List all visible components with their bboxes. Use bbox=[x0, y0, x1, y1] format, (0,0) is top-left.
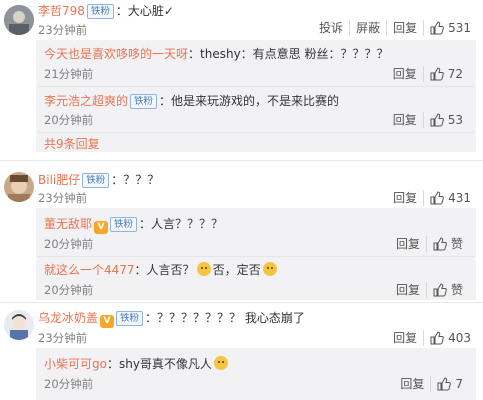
like-button[interactable]: 531 bbox=[423, 20, 477, 36]
thumb-up-icon bbox=[433, 283, 447, 297]
more-replies-label: 共9条回复 bbox=[44, 137, 100, 151]
avatar-image-icon bbox=[4, 310, 34, 340]
like-button[interactable]: 72 bbox=[422, 66, 469, 82]
like-button[interactable]: 431 bbox=[423, 190, 477, 206]
divider bbox=[38, 256, 474, 257]
like-label: 赞 bbox=[450, 283, 463, 297]
reply-button[interactable]: 回复 bbox=[386, 20, 423, 36]
thumb-up-icon bbox=[430, 113, 444, 127]
block-button[interactable]: 屏蔽 bbox=[349, 20, 386, 36]
fan-badge: 铁粉 bbox=[82, 173, 110, 188]
reply-text: ：人言？？？？ bbox=[139, 217, 224, 231]
reply-actions: 回复 赞 bbox=[390, 236, 469, 252]
divider bbox=[38, 86, 474, 87]
comment-3: 乌龙冰奶盖 V 铁粉：？？？？？？？ 我心态崩了 23分钟前 回复 403 小柴可可… bbox=[0, 302, 483, 400]
fan-badge: 铁粉 bbox=[116, 311, 144, 326]
comment-text: ：？？？？？？？ 我心态崩了 bbox=[145, 311, 305, 325]
reply-text: ：theshy：有点意思 粉丝：？？？？ bbox=[188, 47, 389, 61]
comment-header: 乌龙冰奶盖 V 铁粉：？？？？？？？ 我心态崩了 bbox=[38, 310, 305, 328]
like-label: 赞 bbox=[450, 237, 463, 251]
avatar[interactable] bbox=[4, 5, 34, 35]
reply-item: 董无敌耶 V 铁粉 ：人言？？？？ bbox=[44, 216, 223, 234]
reply-item: 就这么一个4477：人言否？ 否，定否 bbox=[44, 262, 279, 278]
thumb-up-icon bbox=[433, 237, 447, 251]
avatar[interactable] bbox=[4, 310, 34, 340]
reply-time: 20分钟前 bbox=[44, 113, 94, 127]
reply-author[interactable]: 李元浩之超爽的 bbox=[44, 94, 128, 108]
reply-item: 今天也是喜欢哆哆的一天呀：theshy：有点意思 粉丝：？？？？ bbox=[44, 46, 388, 62]
reply-item: 小柴可可go：shy哥真不像凡人 bbox=[44, 356, 230, 372]
avatar-image-icon bbox=[4, 172, 34, 202]
thumb-up-icon bbox=[437, 377, 452, 391]
reply-text-2: 否，定否 bbox=[212, 263, 261, 277]
reply-text: ：人言否？ bbox=[134, 263, 195, 277]
avatar[interactable] bbox=[4, 172, 34, 202]
reply-button[interactable]: 回复 bbox=[387, 330, 423, 346]
commenter-name[interactable]: 李哲798 bbox=[38, 4, 85, 18]
like-count: 53 bbox=[447, 113, 463, 127]
comment-actions: 回复 403 bbox=[387, 330, 477, 346]
comment-time: 23分钟前 bbox=[38, 23, 88, 37]
like-count: 431 bbox=[448, 191, 471, 205]
like-button[interactable]: 7 bbox=[430, 376, 469, 392]
thumb-up-icon bbox=[430, 191, 444, 205]
reply-button[interactable]: 回复 bbox=[390, 282, 426, 298]
reply-actions: 回复 53 bbox=[387, 112, 469, 128]
reply-actions: 回复 7 bbox=[394, 376, 469, 392]
more-replies-link[interactable]: 共9条回复 bbox=[44, 136, 100, 152]
like-count: 7 bbox=[455, 377, 463, 391]
fan-badge: 铁粉 bbox=[86, 4, 114, 19]
reply-actions: 回复 72 bbox=[387, 66, 469, 82]
reply-text: ：他是来玩游戏的，不是来比赛的 bbox=[159, 94, 340, 108]
vip-crown-icon: V bbox=[94, 221, 109, 234]
like-count: 531 bbox=[448, 21, 471, 35]
reply-actions: 回复 赞 bbox=[390, 282, 469, 298]
commenter-name[interactable]: Bili肥仔 bbox=[38, 173, 80, 187]
reply-time: 20分钟前 bbox=[44, 377, 94, 391]
emoji-icon bbox=[213, 356, 228, 370]
reply-button[interactable]: 回复 bbox=[394, 376, 430, 392]
reply-button[interactable]: 回复 bbox=[390, 236, 426, 252]
doge-emoji-icon bbox=[262, 262, 277, 276]
reply-item: 李元浩之超爽的 铁粉 ：他是来玩游戏的，不是来比赛的 bbox=[44, 93, 339, 109]
comment-1: 李哲798 铁粉 ：大心脏✓ 23分钟前 投诉 屏蔽 回复 531 今天也是喜欢哆哆… bbox=[0, 0, 483, 152]
avatar-image-icon bbox=[4, 5, 34, 35]
fan-badge: 铁粉 bbox=[130, 94, 158, 109]
reply-time: 21分钟前 bbox=[44, 67, 94, 81]
reply-button[interactable]: 回复 bbox=[387, 66, 423, 82]
comment-time: 23分钟前 bbox=[38, 191, 88, 205]
reply-button[interactable]: 回复 bbox=[387, 190, 423, 206]
reply-author[interactable]: 今天也是喜欢哆哆的一天呀 bbox=[44, 47, 188, 61]
thumb-up-icon bbox=[430, 21, 444, 35]
reply-author[interactable]: 小柴可可go bbox=[44, 357, 107, 371]
reply-text: ：shy哥真不像凡人 bbox=[106, 357, 212, 371]
thumb-up-icon bbox=[430, 67, 444, 81]
like-button[interactable]: 赞 bbox=[425, 236, 469, 252]
vip-crown-icon: V bbox=[100, 315, 115, 328]
like-button[interactable]: 53 bbox=[422, 112, 469, 128]
comment-header: Bili肥仔 铁粉：？？？ bbox=[38, 172, 159, 188]
like-button[interactable]: 403 bbox=[423, 330, 477, 346]
comment-time: 23分钟前 bbox=[38, 331, 88, 345]
commenter-name[interactable]: 乌龙冰奶盖 bbox=[38, 311, 98, 325]
doge-emoji-icon bbox=[196, 262, 211, 276]
report-button[interactable]: 投诉 bbox=[313, 20, 349, 36]
comment-text: ：？？？ bbox=[111, 173, 160, 187]
thumb-up-icon bbox=[430, 331, 444, 345]
like-count: 72 bbox=[447, 67, 463, 81]
comment-actions: 回复 431 bbox=[387, 190, 477, 206]
reply-author[interactable]: 就这么一个4477 bbox=[44, 263, 135, 277]
comment-header: 李哲798 铁粉 ：大心脏✓ bbox=[38, 3, 174, 19]
comment-2: Bili肥仔 铁粉：？？？ 23分钟前 回复 431 董无敌耶 V 铁粉 ：人言？？？？… bbox=[0, 160, 483, 300]
divider bbox=[38, 132, 474, 133]
fan-badge: 铁粉 bbox=[110, 217, 138, 232]
comment-text: ：大心脏✓ bbox=[115, 4, 174, 18]
reply-button[interactable]: 回复 bbox=[387, 112, 423, 128]
reply-time: 20分钟前 bbox=[44, 283, 94, 297]
comment-actions: 投诉 屏蔽 回复 531 bbox=[313, 20, 477, 36]
reply-author[interactable]: 董无敌耶 bbox=[44, 217, 92, 231]
like-count: 403 bbox=[448, 331, 471, 345]
reply-time: 20分钟前 bbox=[44, 237, 94, 251]
like-button[interactable]: 赞 bbox=[425, 282, 469, 298]
